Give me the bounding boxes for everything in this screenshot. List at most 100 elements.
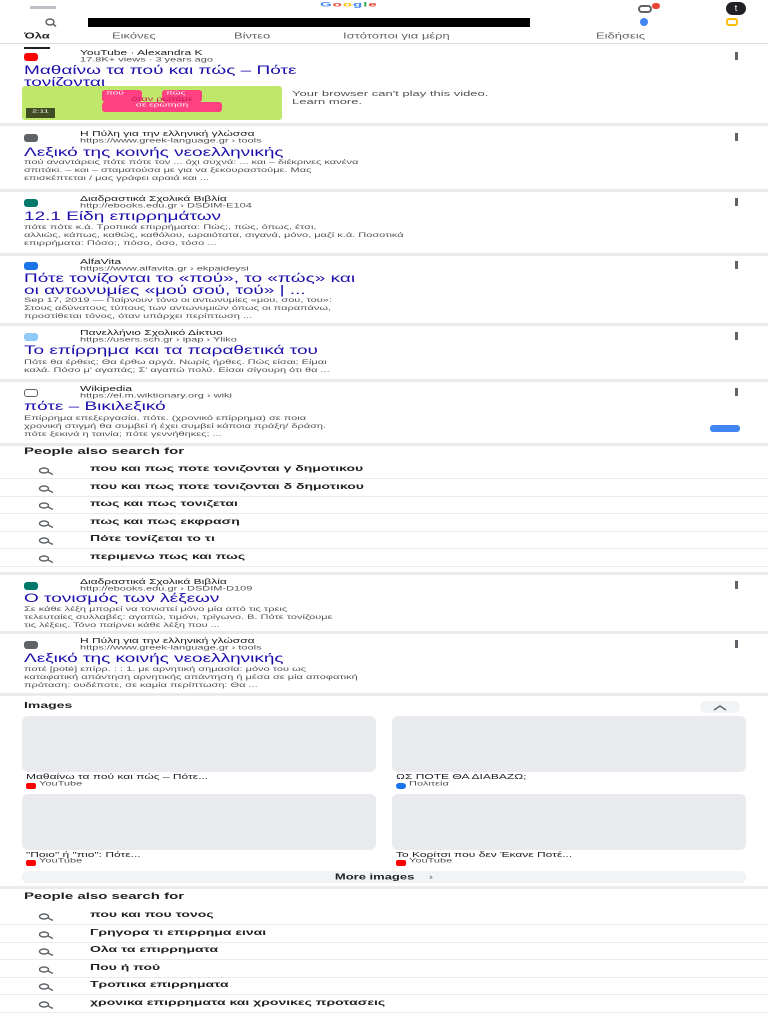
related-search-item[interactable]: Ολα τα επιρρηματα: [0, 943, 768, 960]
related-search-label: Που ή πού: [90, 961, 161, 972]
youtube-icon: [26, 860, 36, 866]
image-result-4[interactable]: [392, 794, 746, 850]
search-result: AlfaVita https://www.alfavita.gr › ekpai…: [0, 256, 768, 326]
lens-icon[interactable]: [726, 18, 738, 26]
related-search-label: Πότε τονίζεται το τι: [90, 533, 215, 543]
search-icon: [45, 18, 57, 27]
more-options-icon[interactable]: [735, 133, 738, 141]
more-images-label: More images: [334, 872, 415, 882]
search-tabs: Όλα Εικόνες Βίντεο Ιστότοποι για μέρη Ει…: [0, 30, 768, 49]
search-icon: [38, 983, 54, 991]
related-search-label: περιμενω πως και πως: [90, 550, 246, 561]
image-source: YouTube: [396, 857, 452, 869]
search-icon: [38, 519, 54, 528]
menu-icon[interactable]: [30, 6, 56, 9]
related-search-label: πως και πως τονιζεται: [90, 498, 238, 508]
related-search-item[interactable]: Πότε τονίζεται το τι: [0, 532, 768, 549]
site-favicon-icon: [24, 641, 38, 649]
related-search-label: που και πως ποτε τονιζονται γ δημοτικου: [90, 463, 364, 473]
collapse-images-button[interactable]: [700, 701, 740, 713]
related-search-item[interactable]: που και που τονος: [0, 908, 768, 925]
search-icon: [38, 502, 54, 510]
more-options-icon[interactable]: [735, 640, 738, 648]
google-logo[interactable]: Google: [320, 1, 378, 18]
video-thumbnail[interactable]: πού πώς όταν ρωτάμε σε ερώτηση 2:11: [22, 86, 282, 120]
politeia-icon: [396, 783, 406, 789]
chevron-right-icon: ›: [428, 872, 434, 882]
result-snippet: καλά. Πόσο μ' αγαπάς; Σ' αγαπώ πολύ. Είσ…: [24, 367, 330, 374]
related-search-item[interactable]: περιμενω πως και πως: [0, 550, 768, 567]
site-favicon-icon: [24, 582, 38, 590]
related-search-label: πως και πως εκφραση: [90, 515, 240, 526]
tab-videos[interactable]: Βίντεο: [234, 31, 270, 46]
search-result: Η Πύλη για την ελληνική γλώσσα https://w…: [0, 126, 768, 192]
mic-icon[interactable]: [640, 18, 648, 26]
image-source: Πολιτεία: [396, 780, 449, 792]
site-favicon-icon: [24, 134, 38, 142]
search-icon: [38, 965, 54, 974]
related-search-label: Γρηγορα τι επιρρημα ειναι: [90, 926, 267, 937]
site-favicon-icon: [24, 333, 38, 341]
youtube-icon: [396, 860, 406, 866]
more-options-icon[interactable]: [735, 388, 738, 396]
thumb-text: σε ερώτηση: [102, 102, 222, 112]
related-search-item[interactable]: χρονικα επιρρηματα και χρονικες προτασει…: [0, 996, 768, 1013]
image-source: YouTube: [26, 780, 82, 792]
site-favicon-icon: [24, 199, 38, 207]
result-snippet: πρόταση: ουδέποτε, σε καμία περίπτωση: Θ…: [24, 682, 258, 689]
youtube-icon: [26, 783, 36, 789]
search-input-redacted[interactable]: [88, 18, 530, 27]
logo-letter: g: [353, 1, 364, 9]
search-icon: [38, 930, 54, 939]
image-source: YouTube: [26, 857, 82, 869]
chevron-up-icon: [713, 705, 727, 711]
more-options-icon[interactable]: [735, 261, 738, 269]
more-options-icon[interactable]: [735, 198, 738, 206]
notifications-icon[interactable]: [638, 3, 660, 14]
tab-images[interactable]: Εικόνες: [112, 31, 156, 46]
image-result-3[interactable]: [22, 794, 376, 850]
related-search-item[interactable]: που και πως ποτε τονιζονται δ δημοτικου: [0, 480, 768, 497]
related-search-item[interactable]: που και πως ποτε τονιζονται γ δημοτικου: [0, 462, 768, 479]
search-icon: [38, 467, 54, 475]
related-search-item[interactable]: πως και πως εκφραση: [0, 515, 768, 532]
tab-places[interactable]: Ιστότοποι για μέρη: [343, 31, 450, 46]
more-options-icon[interactable]: [735, 52, 738, 60]
site-favicon-icon: [24, 262, 38, 270]
related-search-item[interactable]: Τροπικα επιρρηματα: [0, 978, 768, 995]
images-heading: Images: [24, 700, 73, 710]
search-icon: [38, 948, 54, 956]
people-also-search-heading: People also search for: [24, 891, 185, 902]
search-icon: [38, 913, 54, 921]
tab-news[interactable]: Ειδήσεις: [596, 31, 645, 46]
result-snippet: επιρρήματα: Πόσο;, πόσο, όσο, τόσο ...: [24, 240, 217, 247]
search-icon: [38, 537, 54, 545]
search-result: Πανελλήνιο Σχολικό Δίκτυο https://users.…: [0, 326, 768, 382]
related-search-label: που και πως ποτε τονιζονται δ δημοτικου: [90, 480, 364, 491]
more-images-button[interactable]: More images ›: [22, 871, 746, 883]
related-search-item[interactable]: Που ή πού: [0, 961, 768, 978]
video-duration: 2:11: [26, 108, 55, 118]
youtube-icon: [24, 53, 38, 61]
more-options-icon[interactable]: [735, 581, 738, 589]
more-options-icon[interactable]: [735, 332, 738, 340]
image-result-1[interactable]: [22, 716, 376, 772]
image-result-2[interactable]: [392, 716, 746, 772]
search-icon: [38, 484, 54, 493]
wikipedia-icon: [24, 389, 38, 397]
tab-all[interactable]: Όλα: [24, 31, 50, 49]
related-search-label: χρονικα επιρρηματα και χρονικες προτασει…: [90, 996, 386, 1007]
account-avatar[interactable]: t: [726, 2, 746, 15]
search-icon: [38, 554, 54, 563]
related-search-item[interactable]: Γρηγορα τι επιρρημα ειναι: [0, 926, 768, 943]
related-search-label: που και που τονος: [90, 909, 214, 919]
search-result: Διαδραστικά Σχολικά Βιβλία http://ebooks…: [0, 572, 768, 634]
learn-more-link[interactable]: Learn more.: [292, 98, 362, 111]
logo-letter: o: [342, 1, 354, 9]
section-divider: [0, 886, 768, 889]
related-search-item[interactable]: πως και πως τονιζεται: [0, 497, 768, 514]
search-result: Διαδραστικά Σχολικά Βιβλία http://ebooks…: [0, 192, 768, 256]
logo-letter: G: [320, 1, 333, 9]
related-search-label: Ολα τα επιρρηματα: [90, 944, 219, 954]
translate-icon[interactable]: [710, 425, 740, 432]
